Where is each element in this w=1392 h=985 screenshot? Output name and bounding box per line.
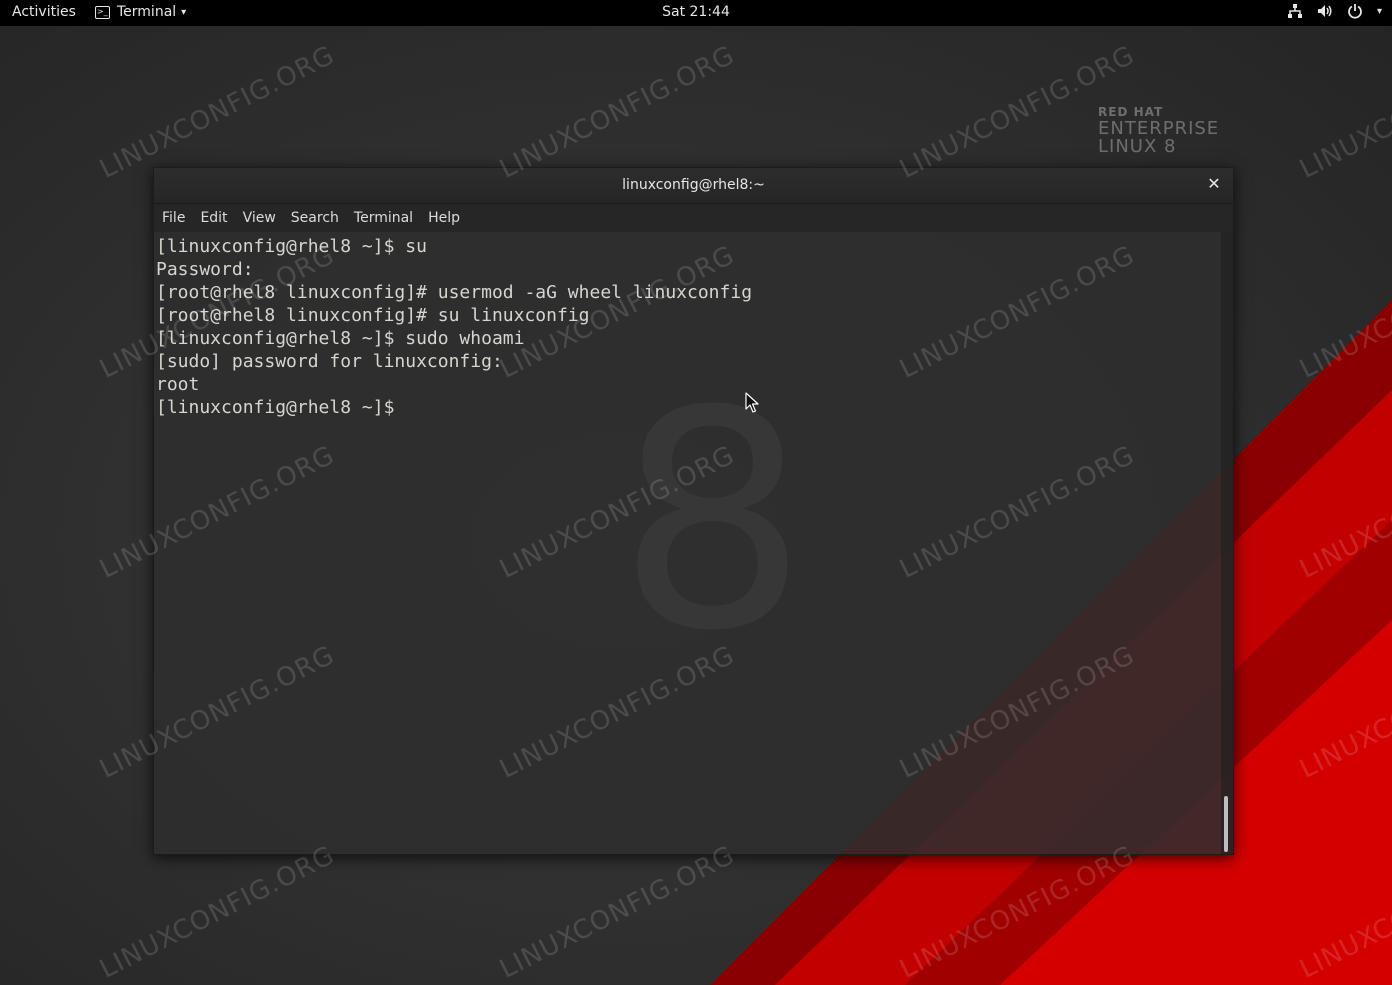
brand-line-3: LINUX 8 bbox=[1098, 136, 1177, 157]
terminal-line: [linuxconfig@rhel8 ~]$ su bbox=[156, 236, 427, 257]
brand-line-1: RED HAT bbox=[1098, 105, 1164, 119]
scrollbar-thumb[interactable] bbox=[1224, 796, 1228, 852]
menu-file[interactable]: File bbox=[155, 210, 192, 226]
window-titlebar[interactable]: linuxconfig@rhel8:~ ✕ bbox=[154, 168, 1233, 204]
terminal-line: [root@rhel8 linuxconfig]# usermod -aG wh… bbox=[156, 282, 753, 303]
system-tray[interactable]: ▾ bbox=[1287, 3, 1382, 19]
desktop: RED HAT ENTERPRISE LINUX 8 Activities >_… bbox=[0, 0, 1392, 985]
volume-icon bbox=[1317, 5, 1332, 17]
clock[interactable]: Sat 21:44 bbox=[0, 4, 1392, 20]
menu-edit[interactable]: Edit bbox=[193, 210, 234, 226]
terminal-line: Password: bbox=[156, 259, 254, 280]
terminal-line: [root@rhel8 linuxconfig]# su linuxconfig bbox=[156, 305, 590, 326]
window-title: linuxconfig@rhel8:~ bbox=[622, 177, 765, 193]
power-icon bbox=[1348, 4, 1362, 19]
menu-bar: File Edit View Search Terminal Help bbox=[154, 204, 1233, 232]
close-icon: ✕ bbox=[1207, 174, 1221, 193]
menu-terminal[interactable]: Terminal bbox=[347, 210, 420, 226]
top-bar: Activities >_ Terminal ▾ Sat 21:44 ▾ bbox=[0, 0, 1392, 26]
menu-help[interactable]: Help bbox=[421, 210, 467, 226]
rhel-brand-logo: RED HAT ENTERPRISE LINUX 8 bbox=[1098, 106, 1219, 156]
menu-search[interactable]: Search bbox=[284, 210, 346, 226]
network-icon bbox=[1287, 4, 1302, 18]
close-button[interactable]: ✕ bbox=[1205, 175, 1223, 193]
terminal-scrollbar[interactable] bbox=[1221, 232, 1233, 854]
caret-down-icon: ▾ bbox=[1376, 5, 1382, 17]
wallpaper-version-number: 8 bbox=[617, 372, 808, 672]
menu-view[interactable]: View bbox=[236, 210, 283, 226]
mouse-pointer-icon bbox=[745, 392, 759, 413]
